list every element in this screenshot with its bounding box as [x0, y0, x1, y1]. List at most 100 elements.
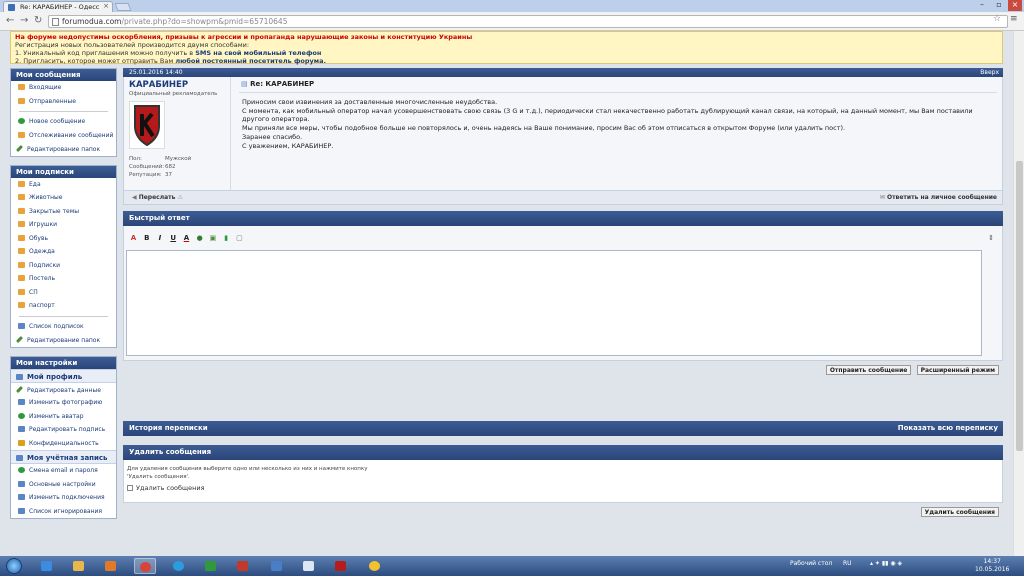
italic-icon[interactable]: I — [155, 234, 164, 243]
sidebar-item-sub[interactable]: Игрушки — [11, 218, 116, 232]
scroll-up-link[interactable]: Вверх — [980, 69, 999, 76]
tracking-icon — [18, 131, 25, 138]
show-all-history-link[interactable]: Показать всю переписку — [898, 424, 998, 432]
link-icon[interactable]: ● — [195, 234, 204, 243]
page-scrollbar[interactable] — [1013, 31, 1024, 556]
taskbar-app[interactable] — [232, 558, 254, 574]
sidebar-item-sub[interactable]: СП — [11, 286, 116, 300]
sidebar-item-new-message[interactable]: Новое сообщение — [11, 115, 116, 129]
divider — [19, 111, 108, 112]
avatar[interactable] — [129, 101, 165, 149]
sidebar-item-edit-folders[interactable]: Редактирование папок — [11, 142, 116, 156]
taskbar-acrobat[interactable] — [330, 558, 352, 574]
font-icon[interactable]: A — [129, 234, 138, 243]
browser-tab[interactable]: Re: КАРАБИНЕР - Одесс × — [3, 1, 113, 12]
sidebar-item-inbox[interactable]: Входящие — [11, 81, 116, 95]
text-color-icon[interactable]: A — [182, 234, 191, 243]
close-window-icon[interactable]: × — [1008, 0, 1022, 11]
author-stats: Пол: Мужской Сообщений:682 Репутация: 37 — [129, 155, 225, 179]
close-tab-icon[interactable]: × — [103, 2, 109, 10]
taskbar-chat[interactable] — [364, 558, 386, 574]
delete-description: Для удаления сообщения выберите одно или… — [127, 466, 368, 480]
key-icon — [18, 467, 25, 473]
document-icon: ▤ — [241, 80, 251, 88]
underline-icon[interactable]: U — [169, 234, 178, 243]
send-message-button[interactable]: Отправить сообщение — [825, 365, 912, 375]
sidebar-item-sub[interactable]: паспорт — [11, 299, 116, 313]
reload-icon[interactable]: ↻ — [34, 15, 42, 26]
stat-row: Пол: Мужской — [129, 156, 192, 162]
sidebar-item-subscription-list[interactable]: Список подписок — [11, 320, 116, 334]
message-title: ▤ Re: КАРАБИНЕР — [239, 80, 997, 93]
sidebar-item-privacy[interactable]: Конфиденциальность — [11, 437, 116, 451]
bookmark-star-icon[interactable]: ☆ — [993, 14, 1001, 24]
sidebar-item-change-avatar[interactable]: Изменить аватар — [11, 410, 116, 424]
taskbar-excel[interactable] — [200, 558, 222, 574]
delete-checkbox[interactable] — [127, 485, 133, 491]
taskbar-explorer[interactable] — [68, 558, 90, 574]
my-settings-title: Мои настройки — [11, 356, 116, 369]
sidebar-item-edit-data[interactable]: Редактировать данные — [11, 383, 116, 397]
language-indicator[interactable]: RU — [843, 560, 852, 567]
message-textarea[interactable] — [126, 250, 982, 356]
image-icon[interactable]: ▣ — [208, 234, 217, 243]
taskbar-ie[interactable] — [36, 558, 58, 574]
sidebar-item-edit-signature[interactable]: Редактировать подпись — [11, 423, 116, 437]
folder-icon — [18, 261, 25, 268]
taskbar-skype[interactable] — [168, 558, 190, 574]
quote-icon[interactable]: ▢ — [235, 234, 244, 243]
folder-icon — [18, 275, 25, 281]
advanced-mode-button[interactable]: Расширенный режим — [916, 365, 999, 375]
back-icon[interactable]: ← — [6, 15, 14, 26]
sidebar-item-edit-sub-folders[interactable]: Редактирование папок — [11, 333, 116, 347]
tab-title: Re: КАРАБИНЕР - Одесс — [20, 3, 100, 11]
sidebar-item-sent[interactable]: Отправленные — [11, 95, 116, 109]
taskbar-app[interactable] — [266, 558, 288, 574]
profile-icon — [16, 373, 23, 380]
sidebar-item-sub[interactable]: Постель — [11, 272, 116, 286]
delete-messages-button[interactable]: Удалить сообщения — [920, 507, 999, 517]
delete-checkbox-row[interactable]: Удалить сообщения — [127, 484, 999, 492]
taskbar-notepad[interactable] — [298, 558, 320, 574]
sidebar-item-sub[interactable]: Закрытые темы — [11, 205, 116, 219]
sms-link[interactable]: SMS на свой мобильный телефон — [195, 49, 321, 57]
folder-icon — [18, 97, 25, 104]
tray-icons[interactable]: ▴ ✦ ▮▮ ◉ ◈ — [870, 560, 902, 567]
sidebar-item-tracking[interactable]: Отслеживание сообщений — [11, 129, 116, 143]
author-name[interactable]: КАРАБИНЕР — [129, 80, 225, 90]
sidebar-item-general-settings[interactable]: Основные настройки — [11, 478, 116, 492]
history-title: История переписки — [129, 424, 208, 432]
sidebar-item-sub[interactable]: Одежда — [11, 245, 116, 259]
url-input[interactable]: forumodua.com/private.php?do=showpm&pmid… — [48, 15, 1008, 28]
start-button[interactable] — [6, 558, 22, 574]
video-icon[interactable]: ▮ — [222, 234, 231, 243]
sidebar-item-email-password[interactable]: Смена email и пароля — [11, 464, 116, 478]
desktop-label[interactable]: Рабочий стол — [790, 560, 832, 567]
scrollbar-thumb[interactable] — [1016, 161, 1023, 451]
sidebar-item-connections[interactable]: Изменить подключения — [11, 491, 116, 505]
taskbar-clock[interactable]: 14:37 10.05.2016 — [975, 558, 1009, 574]
new-tab-button[interactable] — [114, 3, 132, 11]
bold-icon[interactable]: B — [142, 234, 151, 243]
my-account-title: Моя учётная запись — [11, 450, 116, 464]
sidebar-item-sub[interactable]: Подписки — [11, 259, 116, 273]
sidebar-item-sub[interactable]: Животные — [11, 191, 116, 205]
forward-button[interactable]: ◀ Переслать ⚠ — [132, 194, 183, 201]
invite-link[interactable]: любой постоянный посетитель форума. — [175, 57, 326, 65]
sidebar-item-ignore-list[interactable]: Список игнорирования — [11, 505, 116, 519]
pencil-icon — [15, 335, 24, 344]
taskbar-media[interactable] — [100, 558, 122, 574]
maximize-icon[interactable]: ▫ — [992, 0, 1006, 11]
forward-icon[interactable]: → — [20, 15, 28, 26]
menu-icon[interactable]: ≡ — [1010, 14, 1018, 24]
sidebar-item-sub[interactable]: Еда — [11, 178, 116, 192]
reply-button[interactable]: ✉ Ответить на личное сообщение — [880, 194, 997, 201]
divider — [19, 315, 108, 317]
folder-icon — [18, 194, 25, 200]
minimize-icon[interactable]: – — [975, 0, 989, 11]
taskbar-chrome[interactable] — [134, 558, 156, 574]
folder-icon — [18, 302, 25, 308]
sidebar-item-change-photo[interactable]: Изменить фотографию — [11, 396, 116, 410]
sidebar-item-sub[interactable]: Обувь — [11, 232, 116, 246]
resize-arrows-icon[interactable]: ⇕ — [988, 234, 994, 242]
